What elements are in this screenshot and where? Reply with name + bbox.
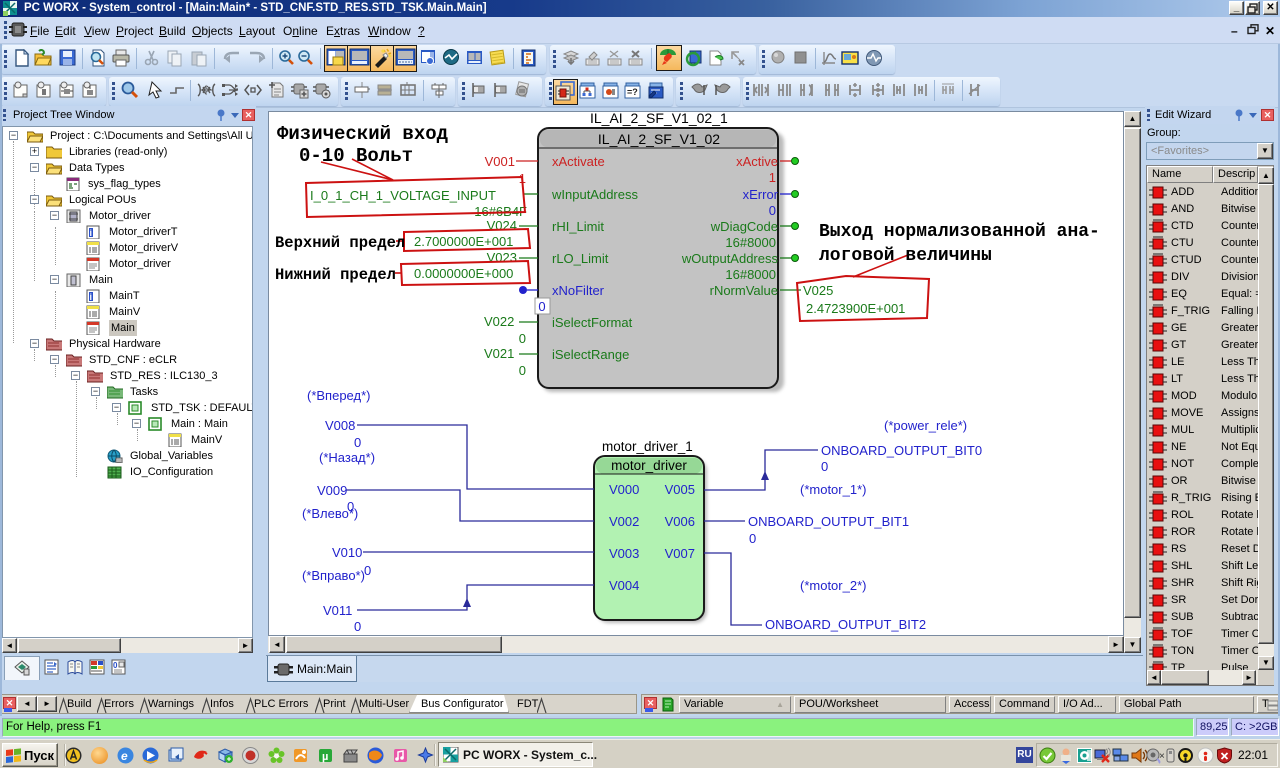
svg-text:I_0_1_CH_1_VOLTAGE_INPUT: I_0_1_CH_1_VOLTAGE_INPUT [310,188,496,203]
svg-text:0: 0 [364,563,371,578]
svg-text:wDiagCode: wDiagCode [710,219,778,234]
svg-text:0: 0 [354,435,361,450]
svg-text:e: e [121,749,128,763]
svg-text:V006: V006 [665,514,695,529]
svg-text:2.4723900E+001: 2.4723900E+001 [806,301,905,316]
svg-text:ONBOARD_OUTPUT_BIT0: ONBOARD_OUTPUT_BIT0 [821,443,982,458]
svg-text:(*power_rele*): (*power_rele*) [884,418,967,433]
svg-text:V002: V002 [609,514,639,529]
svg-text:логовой величины: логовой величины [819,246,992,266]
svg-text:wOutputAddress: wOutputAddress [681,251,779,266]
svg-text:V004: V004 [609,578,639,593]
svg-text:V007: V007 [665,546,695,561]
svg-text:IL_AI_2_SF_V1_02_1: IL_AI_2_SF_V1_02_1 [590,112,728,126]
svg-text:16#8000: 16#8000 [725,235,776,250]
svg-text:rNormValue: rNormValue [710,283,778,298]
svg-text:0: 0 [769,203,776,218]
svg-text:0: 0 [354,619,361,634]
svg-text:IL_AI_2_SF_V1_02: IL_AI_2_SF_V1_02 [598,131,720,147]
svg-text:×: × [1159,751,1165,762]
svg-text:(*motor_2*): (*motor_2*) [800,578,866,593]
svg-text:1: 1 [769,170,776,185]
svg-text:(*motor_1*): (*motor_1*) [800,482,866,497]
svg-text:0: 0 [519,331,526,346]
svg-text:Верхний предел: Верхний предел [275,234,405,252]
svg-text:Физический вход: Физический вход [277,123,448,145]
svg-text:Нижний предел: Нижний предел [275,266,396,284]
svg-text:0: 0 [538,299,545,314]
svg-text:i: i [90,292,93,302]
svg-text:Выход нормализованной ана-: Выход нормализованной ана- [819,222,1100,242]
svg-text:motor_driver: motor_driver [611,458,687,473]
svg-text:V009: V009 [317,483,347,498]
svg-text:xError: xError [743,187,779,202]
svg-text:(*Вперед*): (*Вперед*) [307,388,370,403]
svg-text:V000: V000 [609,482,639,497]
svg-text:0.0000000E+000: 0.0000000E+000 [414,266,513,281]
svg-text:rHI_Limit: rHI_Limit [552,219,604,234]
svg-text:2.7000000E+001: 2.7000000E+001 [414,234,513,249]
svg-text:(*Влево*): (*Влево*) [302,506,358,521]
svg-text:ONBOARD_OUTPUT_BIT1: ONBOARD_OUTPUT_BIT1 [748,514,909,529]
svg-text:iSelectFormat: iSelectFormat [552,315,633,330]
svg-text:0: 0 [519,363,526,378]
svg-text:ONBOARD_OUTPUT_BIT2: ONBOARD_OUTPUT_BIT2 [765,617,926,632]
svg-text:(*Вправо*): (*Вправо*) [302,568,365,583]
svg-text:V021: V021 [484,346,514,361]
svg-text:µ: µ [322,751,328,763]
svg-text:wInputAddress: wInputAddress [551,187,638,202]
svg-text:xActive: xActive [736,154,778,169]
svg-text:V011: V011 [323,603,352,618]
svg-text:V010: V010 [332,545,362,560]
svg-text:V022: V022 [484,314,514,329]
svg-text:16#8000: 16#8000 [725,267,776,282]
svg-text:V008: V008 [325,418,355,433]
svg-text:xNoFilter: xNoFilter [552,283,605,298]
svg-text:xActivate: xActivate [552,154,605,169]
svg-text:(*Назад*): (*Назад*) [319,450,375,465]
svg-text:0: 0 [113,661,118,670]
svg-text:V001: V001 [485,154,515,169]
svg-text:motor_driver_1: motor_driver_1 [602,439,693,454]
svg-text:V005: V005 [665,482,695,497]
svg-text:0: 0 [821,459,828,474]
svg-text:0: 0 [749,531,756,546]
svg-text:V003: V003 [609,546,639,561]
svg-text:=?: =? [627,87,638,97]
svg-text:0-10 Вольт: 0-10 Вольт [299,145,413,167]
svg-text:i: i [90,228,93,238]
svg-text:rLO_Limit: rLO_Limit [552,251,609,266]
svg-text:iSelectRange: iSelectRange [552,347,629,362]
svg-text:V025: V025 [803,283,833,298]
